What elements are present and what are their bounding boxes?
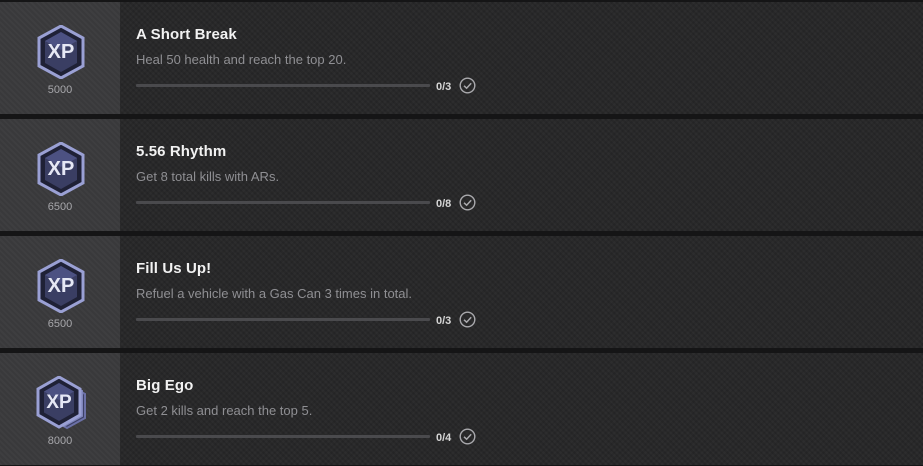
mission-description: Get 8 total kills with ARs. <box>136 169 280 184</box>
progress-bar <box>136 318 430 321</box>
mission-description: Refuel a vehicle with a Gas Can 3 times … <box>136 286 413 301</box>
xp-icon: XP <box>37 142 85 196</box>
mission-description: Heal 50 health and reach the top 20. <box>136 52 347 67</box>
check-circle-icon <box>459 428 476 445</box>
progress-count: 0/3 <box>436 81 452 93</box>
progress-bar <box>136 84 430 87</box>
mission-card[interactable]: XP 8000 Big Ego Get 2 kills and reach th… <box>0 353 923 465</box>
progress-count: 0/3 <box>436 315 452 327</box>
mission-card[interactable]: XP 5000 A Short Break Heal 50 health and… <box>0 2 923 114</box>
check-circle-icon <box>459 77 476 94</box>
mission-list: XP 5000 A Short Break Heal 50 health and… <box>0 0 923 466</box>
xp-reward-amount: 6500 <box>47 318 73 330</box>
check-circle-icon <box>459 311 476 328</box>
mission-title: 5.56 Rhythm <box>136 143 227 160</box>
reward-panel: XP 5000 <box>0 2 120 114</box>
mission-content: Fill Us Up! Refuel a vehicle with a Gas … <box>120 236 923 348</box>
mission-title: A Short Break <box>136 26 237 43</box>
progress-bar <box>136 201 430 204</box>
mission-content: Big Ego Get 2 kills and reach the top 5.… <box>120 353 923 465</box>
svg-text:XP: XP <box>48 41 75 63</box>
mission-description: Get 2 kills and reach the top 5. <box>136 403 313 418</box>
xp-reward-amount: 6500 <box>47 201 73 213</box>
check-circle-icon <box>459 194 476 211</box>
xp-stacked-icon: XP <box>36 376 86 430</box>
reward-panel: XP 6500 <box>0 236 120 348</box>
xp-reward-amount: 5000 <box>47 84 73 96</box>
xp-icon: XP <box>37 259 85 313</box>
svg-text:XP: XP <box>46 392 72 413</box>
mission-title: Big Ego <box>136 377 194 394</box>
progress-bar <box>136 435 430 438</box>
reward-panel: XP 6500 <box>0 119 120 231</box>
xp-reward-amount: 8000 <box>47 435 73 447</box>
mission-card[interactable]: XP 6500 5.56 Rhythm Get 8 total kills wi… <box>0 119 923 231</box>
mission-content: A Short Break Heal 50 health and reach t… <box>120 2 923 114</box>
svg-text:XP: XP <box>48 158 75 180</box>
mission-content: 5.56 Rhythm Get 8 total kills with ARs. … <box>120 119 923 231</box>
svg-text:XP: XP <box>48 275 75 297</box>
xp-icon: XP <box>37 25 85 79</box>
mission-title: Fill Us Up! <box>136 260 212 277</box>
mission-card[interactable]: XP 6500 Fill Us Up! Refuel a vehicle wit… <box>0 236 923 348</box>
progress-count: 0/8 <box>436 198 452 210</box>
reward-panel: XP 8000 <box>0 353 120 465</box>
progress-count: 0/4 <box>436 432 452 444</box>
